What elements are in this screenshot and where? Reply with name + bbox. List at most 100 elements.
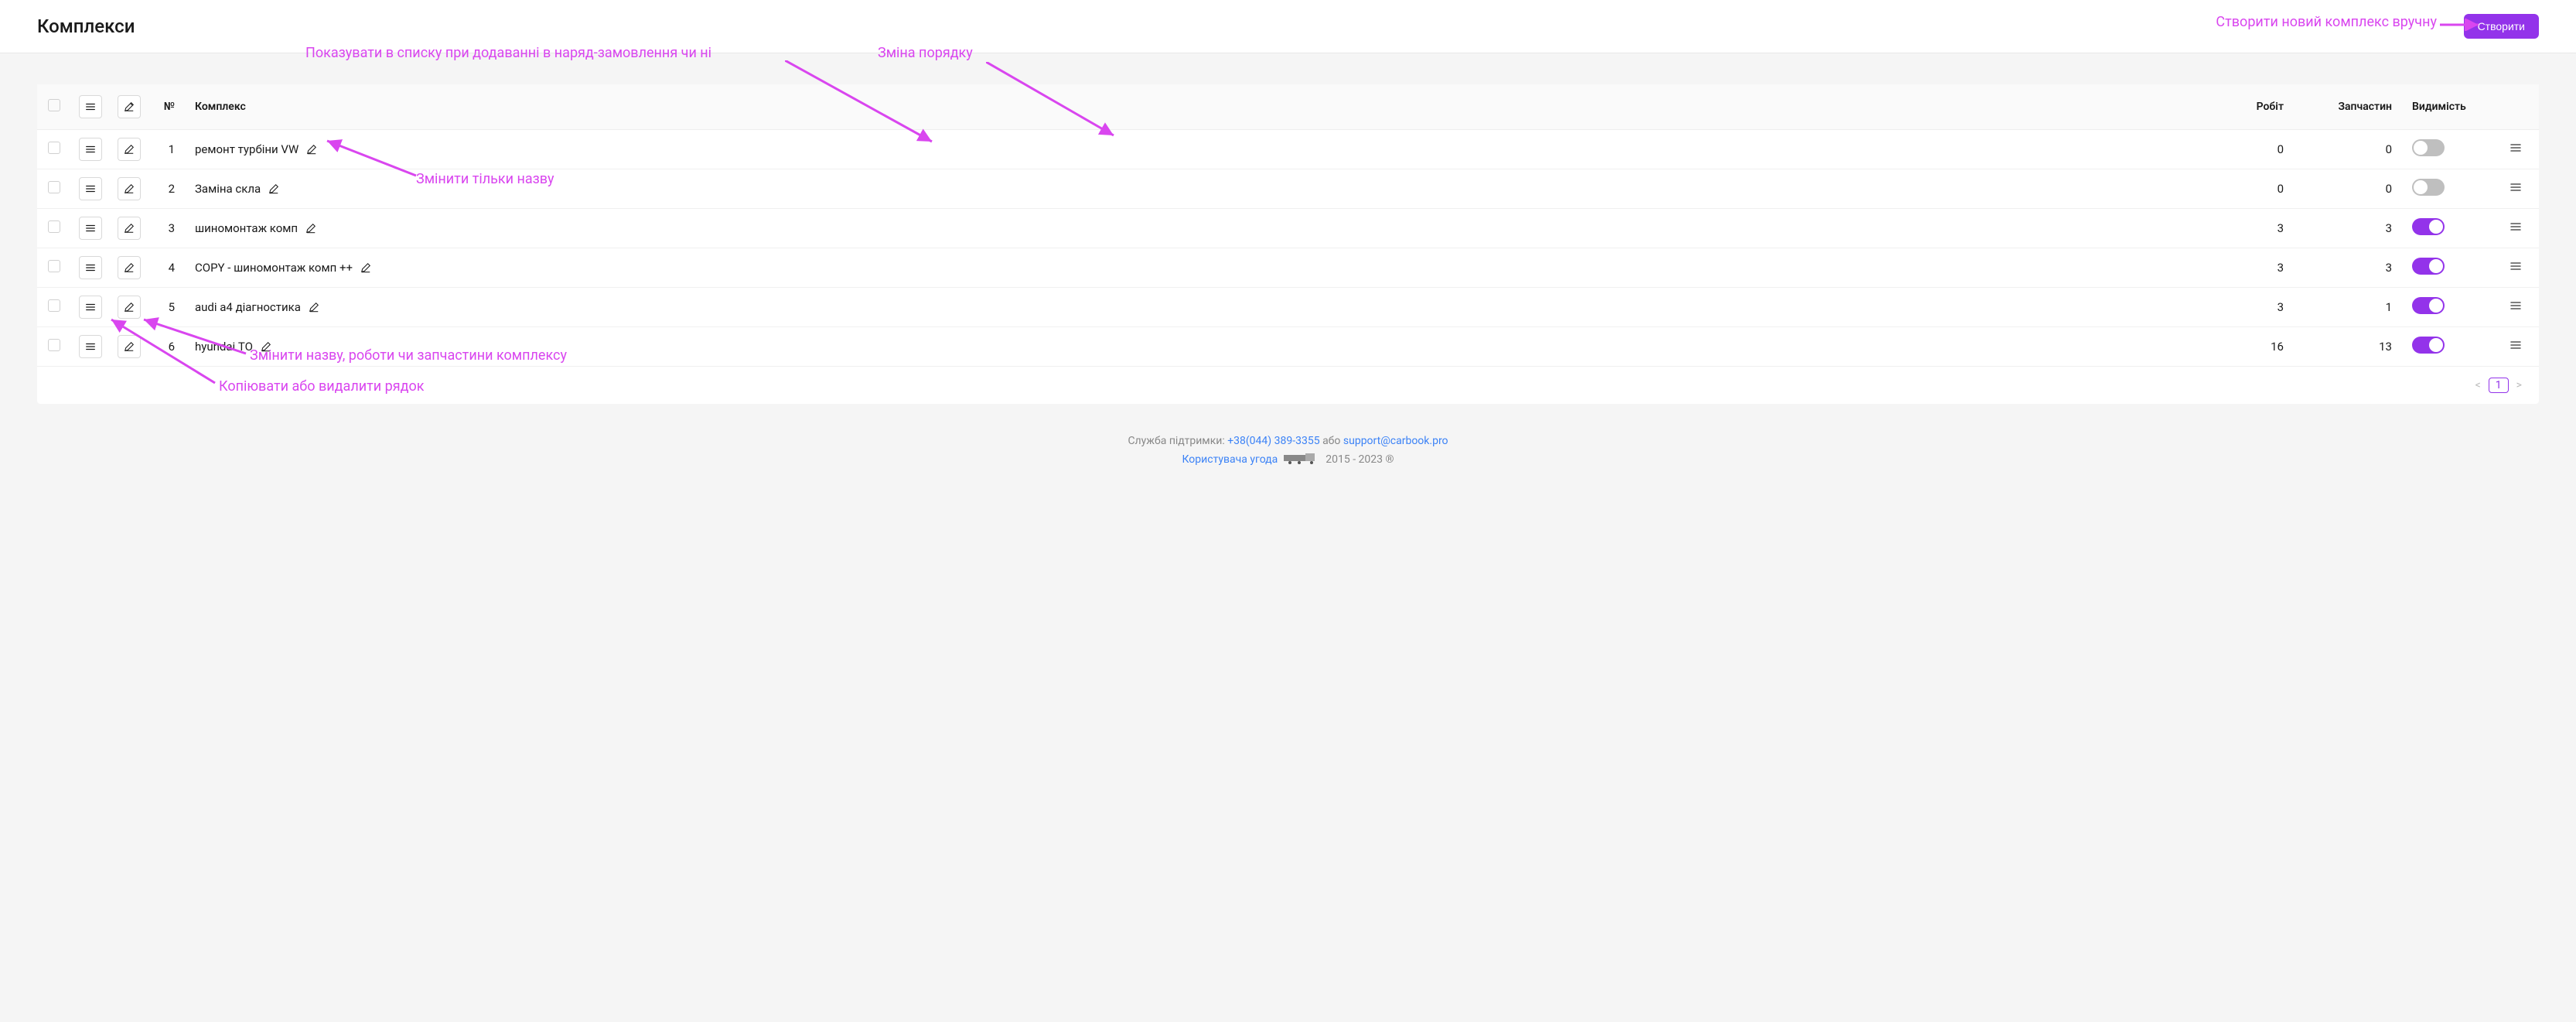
row-edit-button[interactable]: [118, 217, 141, 240]
row-name-text: Заміна скла: [195, 182, 261, 196]
drag-icon: [2509, 299, 2522, 312]
footer-email-link[interactable]: support@carbook.pro: [1343, 435, 1448, 447]
pencil-icon: [124, 101, 135, 112]
row-drag-handle[interactable]: [2509, 142, 2522, 154]
row-visibility-toggle[interactable]: [2412, 179, 2445, 196]
row-works-count: 3: [2183, 288, 2291, 327]
row-number: 4: [148, 248, 187, 288]
col-header-num: №: [148, 84, 187, 130]
complexes-table-card: № Комплекс Робіт Запчастин Видимість 1: [37, 84, 2539, 404]
row-checkbox[interactable]: [48, 142, 60, 154]
menu-icon: [85, 302, 96, 313]
row-parts-count: 0: [2291, 169, 2400, 209]
select-all-checkbox[interactable]: [48, 99, 60, 111]
create-button[interactable]: Створити: [2464, 14, 2539, 39]
menu-icon: [85, 262, 96, 273]
row-edit-button[interactable]: [118, 177, 141, 200]
row-edit-button[interactable]: [118, 335, 141, 358]
table-row: 5 audi a4 діагностика 3 1: [37, 288, 2539, 327]
row-menu-button[interactable]: [79, 138, 102, 161]
row-menu-button[interactable]: [79, 177, 102, 200]
footer: Служба підтримки: +38(044) 389-3355 або …: [0, 419, 2576, 490]
col-header-parts: Запчастин: [2291, 84, 2400, 130]
row-name-text: шиномонтаж комп: [195, 221, 298, 235]
row-menu-button[interactable]: [79, 217, 102, 240]
footer-years: 2015 - 2023 ®: [1326, 453, 1394, 466]
pencil-icon: [124, 302, 135, 313]
table-row: 1 ремонт турбіни VW 0 0: [37, 130, 2539, 169]
table-row: 3 шиномонтаж комп 3 3: [37, 209, 2539, 248]
menu-icon: [85, 223, 96, 234]
row-checkbox[interactable]: [48, 260, 60, 272]
menu-icon: [85, 341, 96, 352]
footer-support-label: Служба підтримки:: [1128, 435, 1227, 447]
row-drag-handle[interactable]: [2509, 220, 2522, 233]
row-visibility-toggle[interactable]: [2412, 218, 2445, 235]
footer-agreement-link[interactable]: Користувача угода: [1182, 453, 1278, 466]
pencil-icon: [305, 223, 316, 234]
row-works-count: 16: [2183, 327, 2291, 367]
row-drag-handle[interactable]: [2509, 299, 2522, 312]
row-checkbox[interactable]: [48, 299, 60, 312]
row-checkbox[interactable]: [48, 220, 60, 233]
menu-icon: [85, 144, 96, 155]
annotation-create-manual: Створити новий комплекс вручну: [2216, 14, 2437, 30]
row-checkbox[interactable]: [48, 181, 60, 193]
row-rename-button[interactable]: [309, 302, 319, 313]
pencil-icon: [124, 183, 135, 194]
row-rename-button[interactable]: [261, 341, 271, 352]
row-parts-count: 3: [2291, 209, 2400, 248]
row-rename-button[interactable]: [360, 262, 371, 273]
header-menu-button[interactable]: [79, 95, 102, 118]
row-menu-button[interactable]: [79, 256, 102, 279]
row-parts-count: 13: [2291, 327, 2400, 367]
row-works-count: 3: [2183, 209, 2291, 248]
row-works-count: 0: [2183, 169, 2291, 209]
row-edit-button[interactable]: [118, 296, 141, 319]
pencil-icon: [268, 183, 279, 194]
row-drag-handle[interactable]: [2509, 339, 2522, 351]
footer-or: або: [1322, 435, 1343, 447]
pencil-icon: [124, 341, 135, 352]
row-name-text: audi a4 діагностика: [195, 300, 301, 314]
header-edit-button[interactable]: [118, 95, 141, 118]
row-parts-count: 0: [2291, 130, 2400, 169]
drag-icon: [2509, 142, 2522, 154]
row-menu-button[interactable]: [79, 335, 102, 358]
page-next[interactable]: >: [2513, 378, 2525, 393]
pencil-icon: [124, 262, 135, 273]
row-works-count: 0: [2183, 130, 2291, 169]
col-header-works: Робіт: [2183, 84, 2291, 130]
row-name-text: ремонт турбіни VW: [195, 142, 299, 156]
row-rename-button[interactable]: [305, 223, 316, 234]
row-visibility-toggle[interactable]: [2412, 139, 2445, 156]
row-edit-button[interactable]: [118, 138, 141, 161]
row-visibility-toggle[interactable]: [2412, 337, 2445, 354]
row-checkbox[interactable]: [48, 339, 60, 351]
row-edit-button[interactable]: [118, 256, 141, 279]
row-parts-count: 3: [2291, 248, 2400, 288]
row-number: 5: [148, 288, 187, 327]
row-number: 3: [148, 209, 187, 248]
row-visibility-toggle[interactable]: [2412, 258, 2445, 275]
page-prev[interactable]: <: [2472, 378, 2484, 393]
menu-icon: [85, 101, 96, 112]
row-visibility-toggle[interactable]: [2412, 297, 2445, 314]
drag-icon: [2509, 339, 2522, 351]
pencil-icon: [261, 341, 271, 352]
pencil-icon: [124, 223, 135, 234]
table-row: 4 COPY - шиномонтаж комп ++ 3 3: [37, 248, 2539, 288]
col-header-visibility: Видимість: [2400, 84, 2492, 130]
pencil-icon: [306, 144, 317, 155]
row-menu-button[interactable]: [79, 296, 102, 319]
pagination: < 1 >: [37, 367, 2539, 404]
table-row: 6 hyundai ТО 16 13: [37, 327, 2539, 367]
row-drag-handle[interactable]: [2509, 260, 2522, 272]
pencil-icon: [360, 262, 371, 273]
row-works-count: 3: [2183, 248, 2291, 288]
page-current[interactable]: 1: [2489, 378, 2509, 393]
row-rename-button[interactable]: [268, 183, 279, 194]
footer-phone-link[interactable]: +38(044) 389-3355: [1227, 435, 1319, 447]
row-rename-button[interactable]: [306, 144, 317, 155]
row-drag-handle[interactable]: [2509, 181, 2522, 193]
